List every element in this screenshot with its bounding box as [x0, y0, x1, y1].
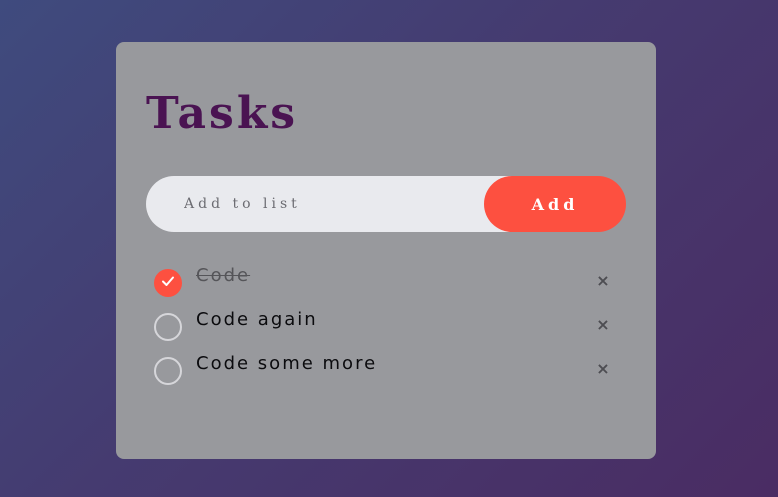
check-icon: [162, 276, 174, 286]
close-icon[interactable]: ×: [594, 316, 612, 334]
task-item: Code again ×: [154, 308, 614, 352]
task-checkbox[interactable]: [154, 357, 182, 385]
task-label: Code again: [196, 309, 318, 330]
add-task-form: Add: [146, 176, 626, 232]
task-list: Code × Code again × Code some more ×: [154, 264, 614, 396]
close-icon[interactable]: ×: [594, 272, 612, 290]
page-title: Tasks: [146, 88, 299, 139]
add-button[interactable]: Add: [484, 176, 626, 232]
task-checkbox[interactable]: [154, 269, 182, 297]
task-item: Code some more ×: [154, 352, 614, 396]
task-item: Code ×: [154, 264, 614, 308]
task-label: Code: [196, 265, 251, 286]
add-task-input[interactable]: [146, 176, 526, 232]
close-icon[interactable]: ×: [594, 360, 612, 378]
task-label: Code some more: [196, 353, 378, 374]
task-checkbox[interactable]: [154, 313, 182, 341]
tasks-card: Tasks Add Code × Code again × Code some …: [116, 42, 656, 459]
